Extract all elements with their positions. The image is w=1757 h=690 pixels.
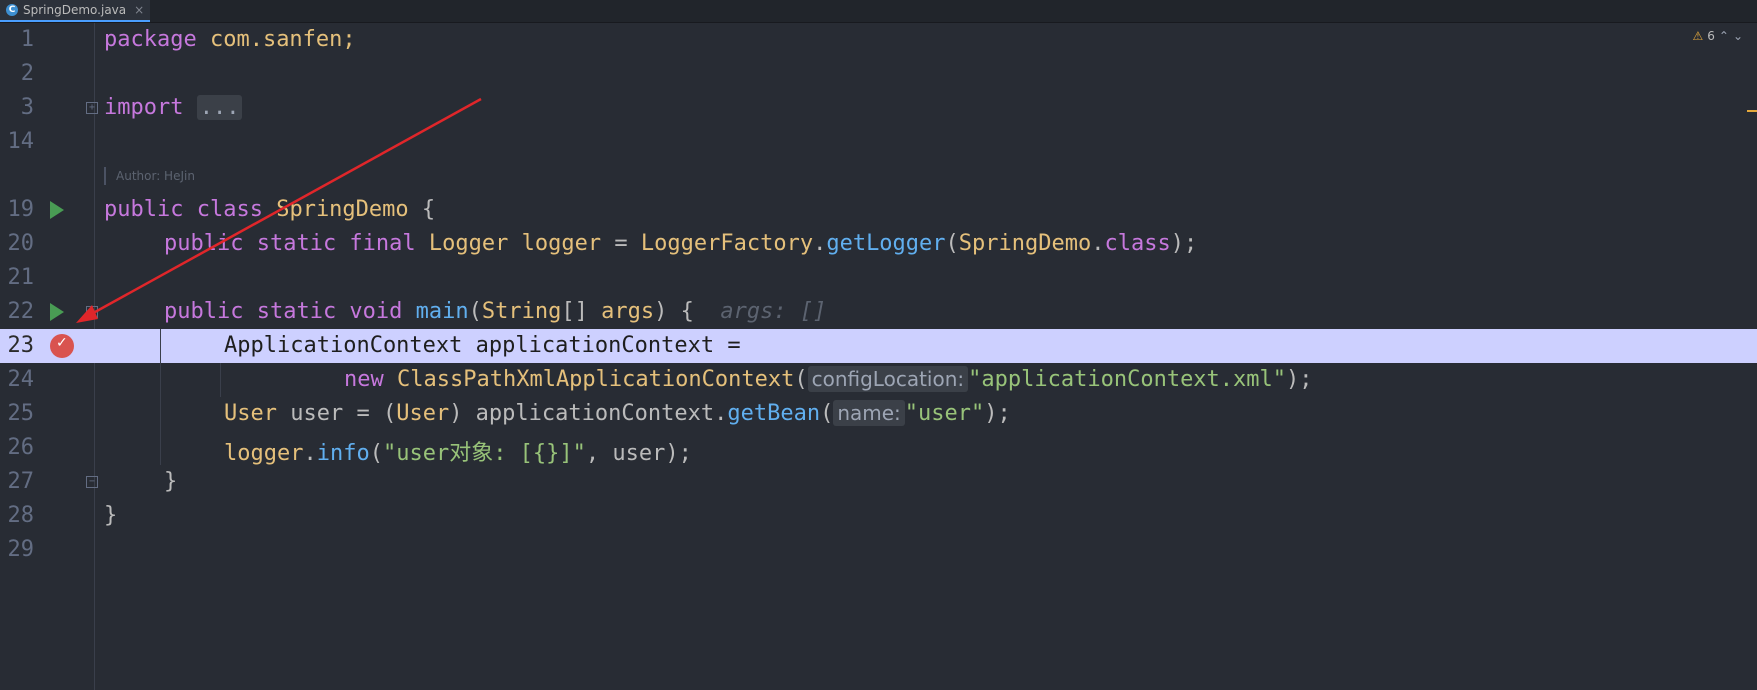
run-icon[interactable] [50,303,64,321]
fold-collapse-icon[interactable]: − [86,306,98,318]
fold-expand-icon[interactable]: + [86,102,98,114]
line-number: 1 [20,27,34,52]
line-number: 20 [7,231,35,256]
current-execution-line: 23 ✓ ApplicationContext applicationConte… [0,329,1757,363]
code-text: public static void main(String[] args) {… [164,299,827,324]
code-line: 28 } [0,499,1757,533]
code-text: User user = (User) applicationContext.ge… [224,400,1011,426]
close-icon[interactable]: × [134,3,144,17]
debug-value-hint: args: [] [720,299,827,324]
line-number: 26 [7,435,35,460]
indent-guide [160,329,161,465]
line-number: 22 [7,299,35,324]
code-line: 2 [0,57,1757,91]
line-number: 24 [7,367,35,392]
line-number: 2 [20,61,34,86]
line-number: 14 [7,129,35,154]
line-number: 19 [7,197,35,222]
indent-guide [220,363,221,397]
line-number: 27 [7,469,35,494]
code-line: 22 − public static void main(String[] ar… [0,295,1757,329]
parameter-name-hint: name: [833,400,905,426]
code-text: package com.sanfen; [104,27,356,52]
code-line: 29 [0,533,1757,567]
code-text: logger.info("user对象: [{}]", user); [224,441,692,466]
line-number: 23 [7,333,35,358]
code-line: 26 logger.info("user对象: [{}]", user); [0,431,1757,466]
tab-springdemo-java[interactable]: C SpringDemo.java × [0,0,150,22]
code-text: } [104,503,118,528]
editor-tab-bar: C SpringDemo.java × [0,0,1757,23]
code-line: 24 new ClassPathXmlApplicationContext(co… [0,363,1757,397]
code-text: ApplicationContext applicationContext = [224,333,741,358]
author-inlay-hint: Author: HeJin [104,167,195,185]
line-number: 21 [7,265,35,290]
java-class-icon: C [6,4,18,16]
line-number: 25 [7,401,35,426]
code-text: } [164,469,178,494]
tab-filename: SpringDemo.java [23,3,127,17]
code-text: new ClassPathXmlApplicationContext(confi… [344,366,1313,392]
code-line: 3 + import ... [0,91,1757,125]
checkmark-icon: ✓ [56,335,68,351]
code-line: 20 public static final Logger logger = L… [0,227,1757,261]
code-line: 27 − } [0,465,1757,499]
code-line: 14 [0,125,1757,159]
folded-imports[interactable]: ... [196,95,243,120]
code-editor[interactable]: ⚠ 6 ⌃ ⌄ 1 package com.sanfen; 2 3 + impo… [0,23,1757,690]
fold-end-icon[interactable]: − [86,476,98,488]
code-line: 25 User user = (User) applicationContext… [0,397,1757,431]
code-text: import ... [104,95,243,120]
line-number: 3 [20,95,34,120]
breakpoint-icon[interactable]: ✓ [50,334,74,358]
code-text: public class SpringDemo { [104,197,436,222]
code-text: public static final Logger logger = Logg… [164,231,1198,256]
code-line: 19 public class SpringDemo { [0,193,1757,227]
line-number: 28 [7,503,35,528]
run-icon[interactable] [50,201,64,219]
parameter-name-hint: configLocation: [807,366,969,392]
code-line: 21 [0,261,1757,295]
line-number: 29 [7,537,35,562]
code-line: 1 package com.sanfen; [0,23,1757,57]
